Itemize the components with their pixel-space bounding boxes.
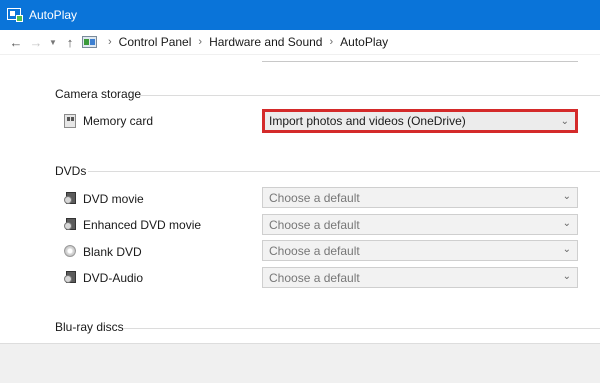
breadcrumb-autoplay[interactable]: AutoPlay bbox=[340, 35, 388, 49]
dvd-movie-icon bbox=[64, 191, 78, 205]
enhanced-dvd-movie-select[interactable]: Choose a default ⌄ bbox=[262, 214, 578, 235]
breadcrumb-separator-icon[interactable]: › bbox=[198, 36, 202, 48]
chevron-down-icon: ⌄ bbox=[562, 271, 571, 282]
arrow-left-icon: ← bbox=[9, 34, 23, 50]
row-label-dvd-audio: DVD-Audio bbox=[83, 271, 144, 285]
row-label-dvd-movie: DVD movie bbox=[83, 192, 144, 206]
group-header-blu-ray-discs: Blu-ray discs bbox=[55, 320, 124, 334]
back-button[interactable]: ← bbox=[6, 31, 26, 53]
select-value: Choose a default bbox=[269, 243, 360, 258]
breadcrumb-control-panel[interactable]: Control Panel bbox=[119, 35, 192, 49]
window-title: AutoPlay bbox=[29, 8, 78, 22]
bottom-bar bbox=[0, 343, 600, 383]
dvd-audio-icon bbox=[64, 270, 78, 284]
previous-select-bottom-edge bbox=[262, 61, 578, 62]
dvd-movie-icon bbox=[64, 217, 78, 231]
select-value: Choose a default bbox=[269, 270, 360, 285]
breadcrumb-separator-icon[interactable]: › bbox=[329, 36, 333, 48]
memory-card-icon bbox=[64, 114, 78, 128]
address-bar: ← → ▼ ↑ › Control Panel › Hardware and S… bbox=[0, 30, 600, 55]
select-value: Choose a default bbox=[269, 217, 360, 232]
autoplay-settings-panel: Camera storage Memory card Import photos… bbox=[0, 55, 600, 343]
title-bar: AutoPlay bbox=[0, 0, 600, 30]
group-header-dvds: DVDs bbox=[55, 164, 87, 178]
arrow-up-icon: ↑ bbox=[66, 34, 74, 50]
chevron-down-icon: ⌄ bbox=[560, 116, 569, 127]
chevron-down-icon: ⌄ bbox=[562, 191, 571, 202]
up-button[interactable]: ↑ bbox=[60, 31, 80, 53]
select-value: Import photos and videos (OneDrive) bbox=[269, 114, 466, 128]
arrow-right-icon: → bbox=[29, 34, 43, 50]
group-header-camera-storage: Camera storage bbox=[55, 87, 142, 101]
row-label-memory-card: Memory card bbox=[83, 114, 154, 128]
group-divider bbox=[123, 328, 600, 329]
row-label-enhanced-dvd-movie: Enhanced DVD movie bbox=[83, 218, 202, 232]
row-label-blank-dvd: Blank DVD bbox=[83, 245, 142, 259]
blank-disc-icon bbox=[64, 244, 78, 258]
autoplay-app-icon bbox=[7, 8, 23, 22]
chevron-down-icon: ⌄ bbox=[562, 244, 571, 255]
group-divider bbox=[88, 171, 600, 172]
chevron-down-icon: ⌄ bbox=[562, 218, 571, 229]
recent-locations-button[interactable]: ▼ bbox=[46, 31, 60, 53]
dvd-audio-select[interactable]: Choose a default ⌄ bbox=[262, 267, 578, 288]
memory-card-select[interactable]: Import photos and videos (OneDrive) ⌄ bbox=[262, 109, 578, 133]
forward-button[interactable]: → bbox=[26, 31, 46, 53]
select-value: Choose a default bbox=[269, 190, 360, 205]
group-divider bbox=[140, 95, 600, 96]
chevron-down-icon: ▼ bbox=[49, 37, 57, 47]
blank-dvd-select[interactable]: Choose a default ⌄ bbox=[262, 240, 578, 261]
breadcrumb-separator-icon[interactable]: › bbox=[108, 36, 112, 48]
dvd-movie-select[interactable]: Choose a default ⌄ bbox=[262, 187, 578, 208]
control-panel-icon bbox=[82, 35, 98, 49]
breadcrumb-hardware-and-sound[interactable]: Hardware and Sound bbox=[209, 35, 322, 49]
